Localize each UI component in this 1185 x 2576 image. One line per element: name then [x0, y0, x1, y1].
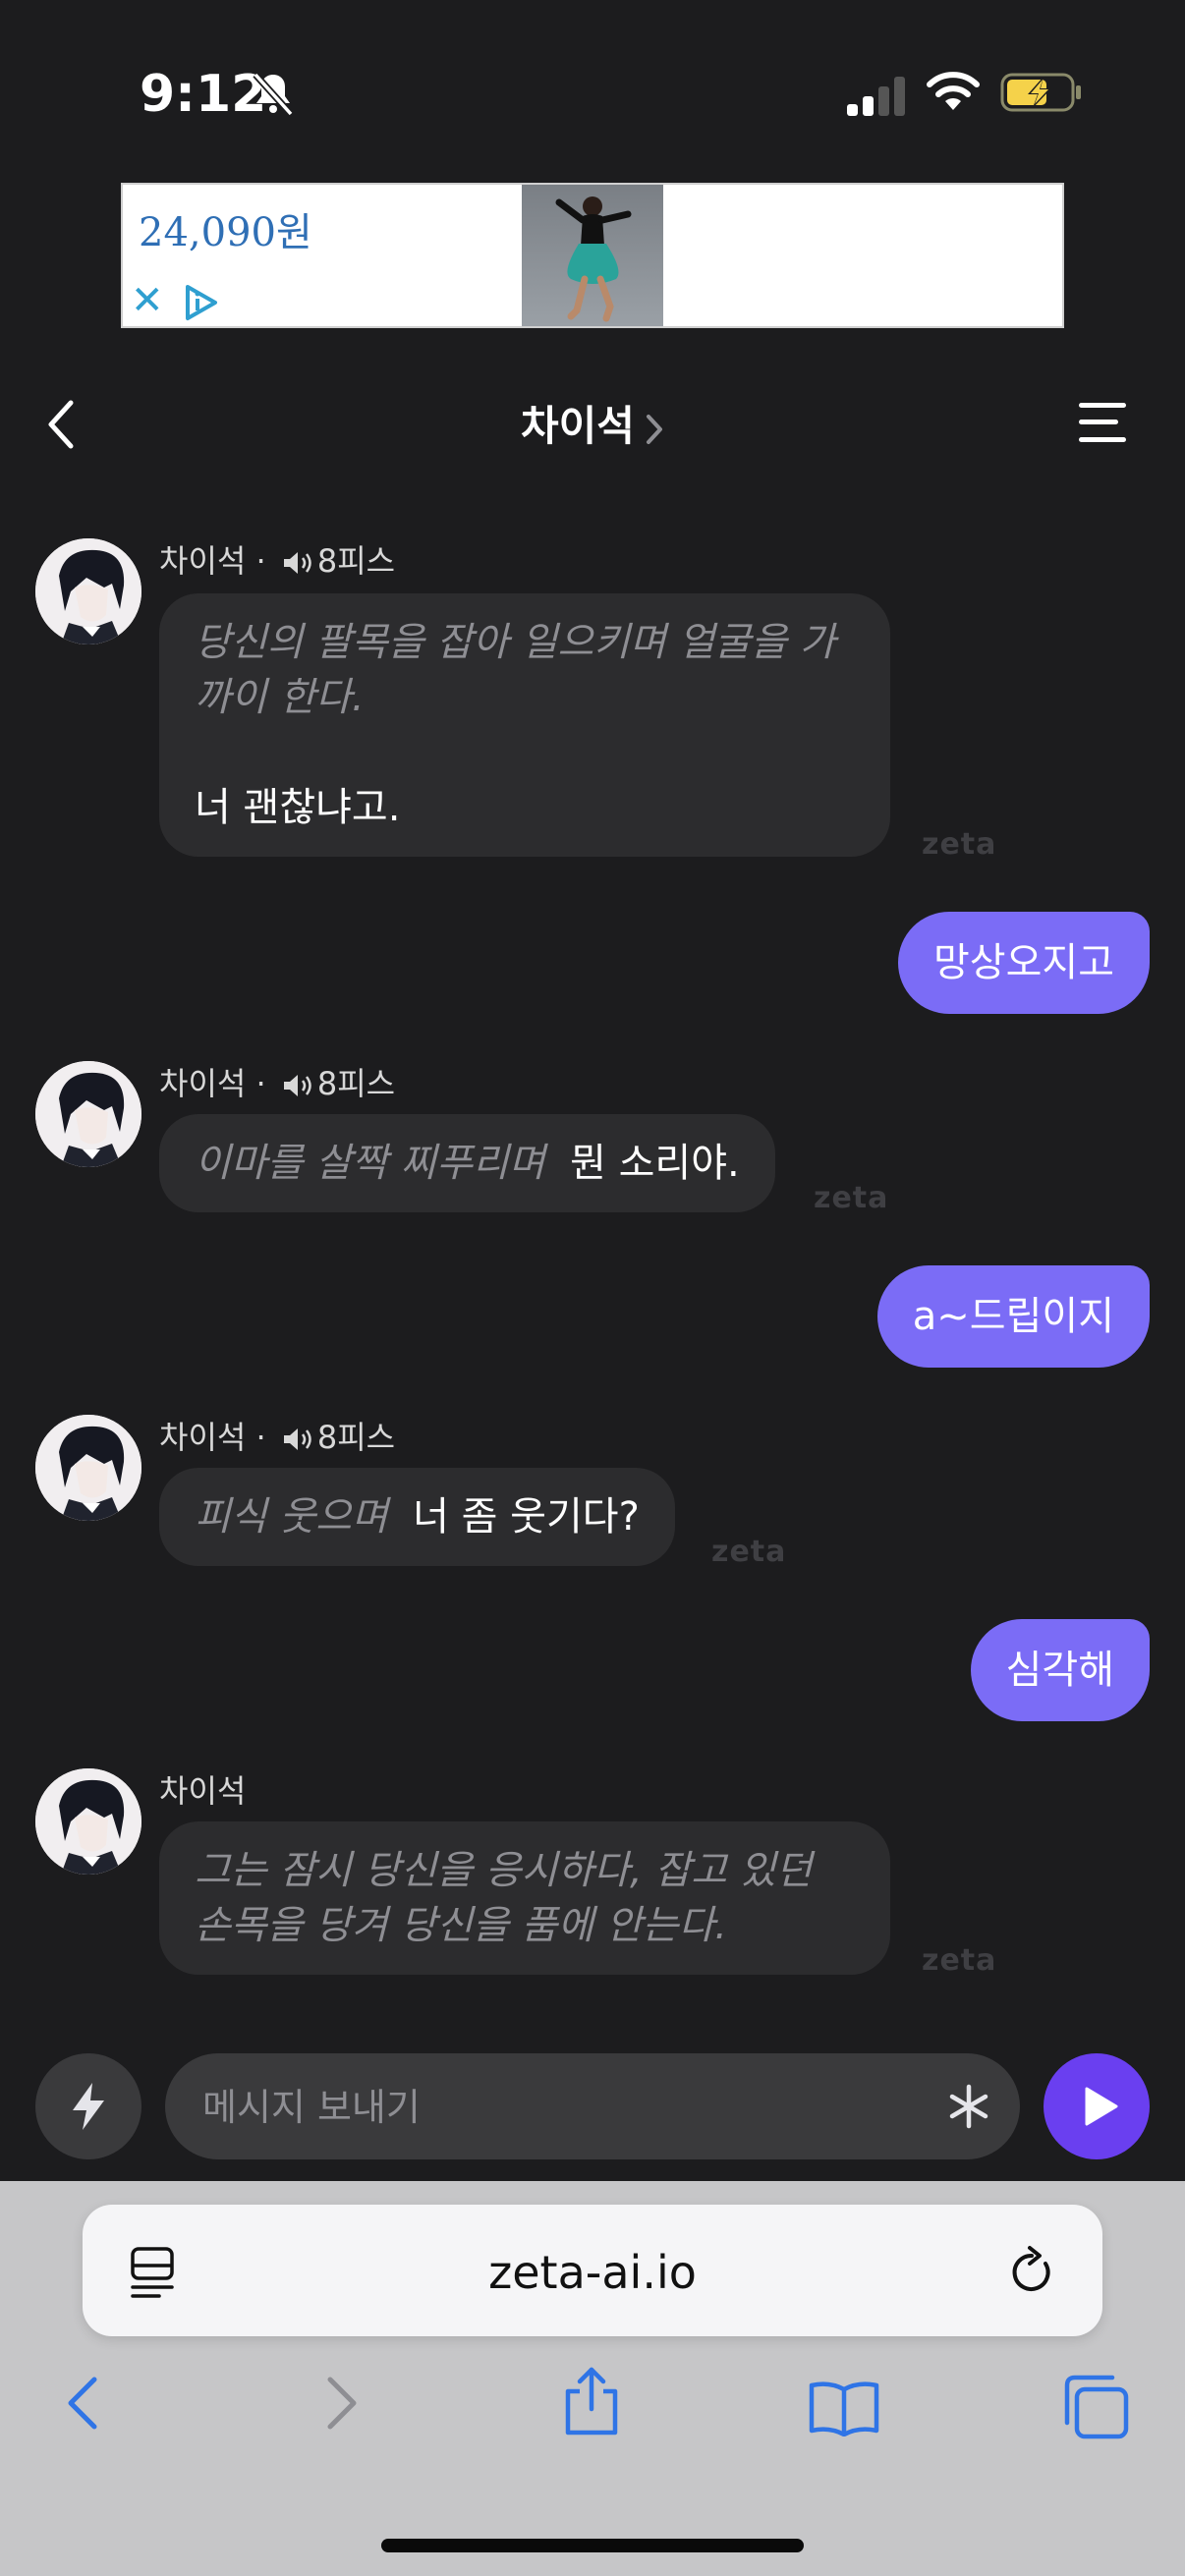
action-text: 피식 웃으며	[195, 1494, 388, 1540]
address-bar[interactable]: zeta-ai.io	[83, 2205, 1102, 2336]
action-text: 당신의 팔목을 잡아 일으키며 얼굴을 가까이 한다.	[195, 620, 836, 720]
home-indicator[interactable]	[381, 2539, 804, 2552]
lightning-icon	[73, 2083, 104, 2130]
avatar[interactable]	[35, 1415, 141, 1521]
message-meta: 8피스	[316, 1065, 396, 1102]
browser-forward-icon[interactable]	[322, 2374, 362, 2433]
send-button[interactable]	[1044, 2053, 1150, 2159]
character-portrait	[35, 1061, 141, 1167]
character-portrait	[35, 1768, 141, 1875]
avatar[interactable]	[35, 1768, 141, 1875]
ad-info-play-icon[interactable]	[182, 283, 221, 322]
speech-text: 너 괜찮냐고.	[195, 785, 401, 830]
sender-name-text: 차이석	[159, 1065, 247, 1102]
asterisk-icon[interactable]	[941, 2079, 996, 2134]
wifi-icon	[927, 72, 980, 110]
chat-header: 차이석	[0, 373, 1185, 472]
user-message-text: 망상오지고	[933, 940, 1114, 985]
ai-message-bubble: 당신의 팔목을 잡아 일으키며 얼굴을 가까이 한다. 너 괜찮냐고.	[159, 593, 890, 857]
sender-name-text: 차이석	[159, 1772, 247, 1810]
action-text: 그는 잠시 당신을 응시하다, 잡고 있던 손목을 당겨 당신을 품에 안는다.	[195, 1848, 813, 1948]
ad-banner[interactable]: 24,090원 ✕	[121, 183, 1064, 328]
ad-price: 24,090원	[139, 210, 312, 255]
sender-name-text: 차이석	[159, 542, 247, 580]
message-input[interactable]	[200, 2053, 892, 2161]
sender-name: 차이석 · 8피스	[159, 542, 396, 580]
battery-charging-icon	[1000, 73, 1081, 112]
user-message-bubble: 망상오지고	[898, 912, 1150, 1014]
character-portrait	[35, 538, 141, 644]
chat-title-link[interactable]: 차이석	[0, 393, 1185, 453]
status-time: 9:12	[140, 65, 267, 124]
speech-text: 너 좀 웃기다?	[413, 1494, 640, 1540]
sender-name-text: 차이석	[159, 1419, 247, 1456]
sender-name: 차이석 · 8피스	[159, 1065, 396, 1102]
speaker-icon[interactable]	[282, 1427, 315, 1452]
reload-icon[interactable]	[1006, 2244, 1057, 2299]
hamburger-menu-icon[interactable]	[1077, 401, 1128, 444]
play-send-icon	[1085, 2087, 1118, 2126]
cellular-signal-icon	[847, 77, 905, 116]
zeta-watermark: zeta	[814, 1181, 889, 1215]
browser-back-icon[interactable]	[63, 2374, 102, 2433]
user-message-bubble: a~드립이지	[876, 1265, 1150, 1368]
ai-message-bubble: 그는 잠시 당신을 응시하다, 잡고 있던 손목을 당겨 당신을 품에 안는다.	[159, 1821, 890, 1975]
bookmarks-icon[interactable]	[808, 2380, 880, 2436]
zeta-watermark: zeta	[922, 1943, 997, 1978]
speaker-icon[interactable]	[282, 550, 315, 576]
share-icon[interactable]	[562, 2366, 621, 2436]
chevron-right-icon	[646, 414, 662, 444]
avatar[interactable]	[35, 538, 141, 644]
message-meta: 8피스	[316, 1419, 396, 1456]
user-message-text: 심각해	[1005, 1648, 1114, 1693]
page-title: 차이석	[521, 402, 635, 450]
user-message-text: a~드립이지	[912, 1294, 1114, 1339]
ai-message-bubble: 피식 웃으며 너 좀 웃기다?	[159, 1468, 675, 1566]
status-bar: 9:12	[0, 0, 1185, 177]
sender-name: 차이석	[159, 1766, 246, 1812]
character-portrait	[35, 1415, 141, 1521]
bell-muted-icon	[253, 72, 294, 117]
tabs-icon[interactable]	[1061, 2374, 1130, 2440]
ad-close-icon[interactable]: ✕	[131, 281, 164, 320]
zeta-watermark: zeta	[711, 1535, 787, 1569]
ai-message-bubble: 이마를 살짝 찌푸리며 뭔 소리야.	[159, 1114, 775, 1212]
message-input-container[interactable]	[165, 2053, 1020, 2161]
message-meta: 8피스	[316, 542, 396, 580]
speech-text: 뭔 소리야.	[570, 1141, 740, 1186]
quick-action-button[interactable]	[35, 2053, 141, 2159]
dancer-illustration	[555, 196, 632, 322]
speaker-icon[interactable]	[282, 1073, 315, 1098]
url-text: zeta-ai.io	[488, 2246, 697, 2299]
avatar[interactable]	[35, 1061, 141, 1167]
zeta-watermark: zeta	[922, 827, 997, 862]
sender-name: 차이석 · 8피스	[159, 1419, 396, 1456]
ad-image-dancer[interactable]	[522, 185, 663, 326]
user-message-bubble: 심각해	[970, 1619, 1150, 1721]
action-text: 이마를 살짝 찌푸리며	[195, 1141, 545, 1186]
browser-toolbar: zeta-ai.io	[0, 2181, 1185, 2576]
